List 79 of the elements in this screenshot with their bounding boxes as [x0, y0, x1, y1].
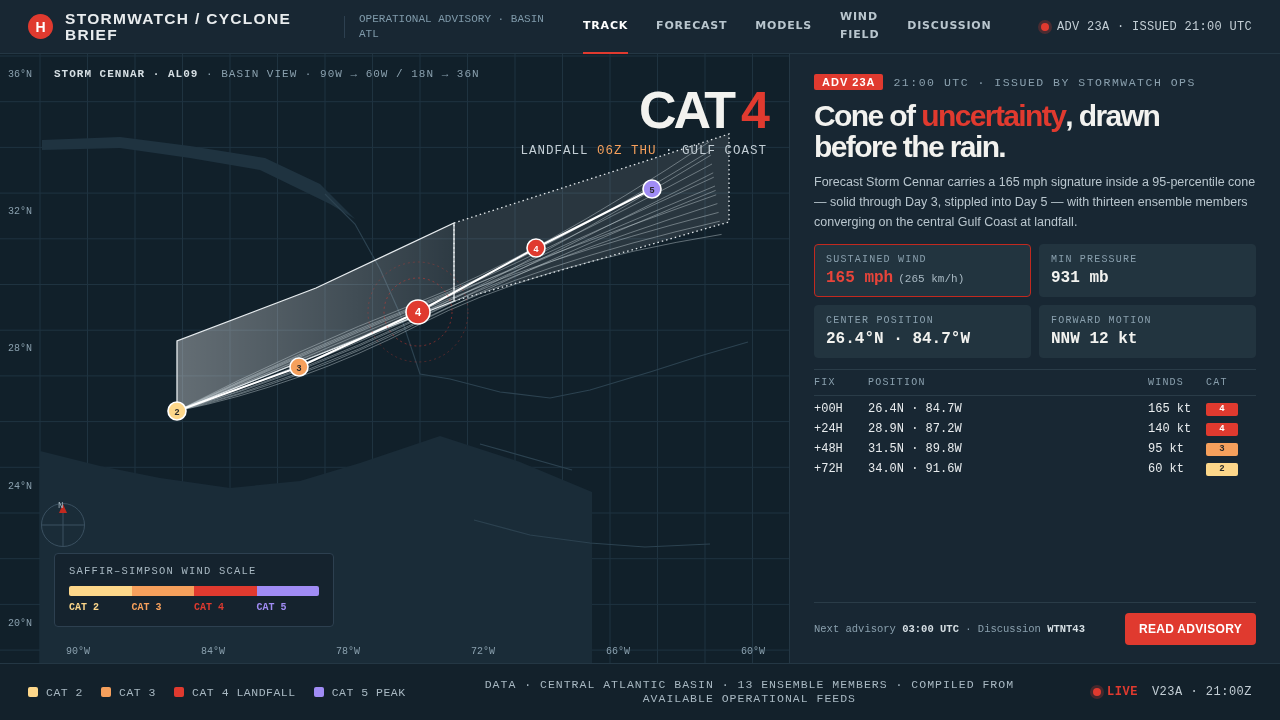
table-cell-text: 26.4N · 84.7W	[868, 402, 963, 416]
category-badge: 4	[1206, 402, 1238, 416]
legend-label: CAT 2	[46, 685, 83, 699]
stat-label: CENTER POSITION	[826, 315, 935, 326]
map-caption: STORM CENNAR · AL09 · BASIN VIEW · 90W → 60W / 18N → 36N	[54, 68, 480, 80]
table-cell-text: 140 kt	[1148, 422, 1193, 436]
advisory-badge: ADV 23A	[814, 74, 884, 90]
version-label: V23A · 21:00Z	[1151, 685, 1252, 699]
category-label: CAT	[639, 82, 734, 138]
column-header: POSITION	[868, 377, 927, 388]
live-label: LIVE	[1107, 685, 1138, 699]
column-header: CAT	[1206, 377, 1229, 388]
latitude-label: 24°N	[8, 481, 32, 492]
longitude-label: 66°W	[606, 646, 630, 657]
longitude-label: 78°W	[336, 646, 360, 657]
latitude-label: 28°N	[8, 343, 32, 354]
scale-label: CAT 4	[194, 602, 225, 613]
table-cell-text: +48H	[814, 442, 844, 456]
advisory-status: ADV 23A · ISSUED 21:00 UTC	[1056, 19, 1252, 34]
legend-label: CAT 5 PEAK	[331, 685, 406, 699]
legend-label: CAT 3	[119, 685, 157, 699]
scale-label: CAT 5	[256, 602, 288, 613]
headline: Cone of uncertainty, drawn before the rain.	[814, 100, 1161, 162]
live-dot-icon	[1093, 688, 1102, 696]
stat-value: 931 mb	[1051, 269, 1109, 287]
compass-north-label: N	[58, 501, 64, 511]
header-subtitle: OPERATIONAL ADVISORY · BASIN ATL	[359, 11, 545, 42]
stat-value: NNW 12 kt	[1051, 330, 1138, 348]
brand-title: STORMWATCH / CYCLONE BRIEF	[65, 10, 293, 43]
category-badge: 4	[1206, 422, 1238, 436]
latitude-label: 36°N	[8, 69, 32, 80]
table-cell-text: 95 kt	[1148, 442, 1185, 456]
table-cell-text: 31.5N · 89.8W	[868, 442, 963, 456]
stat-label: SUSTAINED WIND	[826, 254, 928, 265]
longitude-label: 84°W	[201, 646, 225, 657]
landfall-caption: LANDFALL 06Z THU · GULF COAST	[520, 144, 767, 158]
compass-icon	[40, 502, 86, 548]
storm-marker[interactable]: 5	[642, 179, 662, 199]
stat-label: MIN PRESSURE	[1051, 254, 1139, 265]
storm-marker[interactable]: 2	[167, 401, 187, 421]
latitude-label: 32°N	[8, 206, 32, 217]
stat-value: 26.4°N · 84.7°W	[826, 330, 971, 348]
storm-marker[interactable]: 3	[289, 357, 309, 377]
stat-value: 165 mph	[826, 269, 894, 287]
storm-marker[interactable]: 4	[526, 238, 546, 258]
column-header: FIX	[814, 377, 837, 388]
category-badge: 2	[1206, 462, 1238, 476]
table-cell-text: 34.0N · 91.6W	[868, 462, 963, 476]
longitude-label: 90°W	[66, 646, 90, 657]
table-cell-text: +24H	[814, 422, 844, 436]
nav-tab[interactable]: FORECAST	[656, 0, 728, 54]
legend-label: CAT 4 LANDFALL	[192, 685, 296, 699]
nav-tab[interactable]: DISCUSSION	[907, 0, 992, 54]
table-cell-text: 60 kt	[1148, 462, 1185, 476]
category-number: 4	[741, 82, 767, 138]
table-cell-text: +00H	[814, 402, 844, 416]
longitude-label: 72°W	[471, 646, 495, 657]
table-cell-text: 28.9N · 87.2W	[868, 422, 963, 436]
data-note: DATA · CENTRAL ATLANTIC BASIN · 13 ENSEMBLE MEMBERS · COMPILED FROM AVAILABLE OPERATIONAL FEEDS	[483, 678, 1016, 706]
column-header: WINDS	[1148, 377, 1185, 388]
longitude-label: 60°W	[741, 646, 765, 657]
read-advisory-button[interactable]: READ ADVISORY	[1124, 613, 1256, 645]
table-cell-text: +72H	[814, 462, 844, 476]
summary-text: Forecast Storm Cennar carries a 165 mph signature inside a 95-percentile cone — solid through Day 3, stippled into Day 5 — with thirteen ensemble members converging on the central Gulf Coast at landfall.	[814, 174, 1256, 231]
scale-title: SAFFIR–SIMPSON WIND SCALE	[69, 565, 258, 577]
status-dot-icon	[1040, 22, 1049, 31]
scale-label: CAT 2	[69, 602, 100, 613]
logo-badge: H	[28, 14, 53, 39]
latitude-label: 20°N	[8, 618, 32, 629]
scale-label: CAT 3	[131, 602, 163, 613]
issue-meta: 21:00 UTC · ISSUED BY STORMWATCH OPS	[893, 75, 1196, 89]
nav-tab[interactable]: MODELS	[755, 0, 813, 54]
stat-label: FORWARD MOTION	[1051, 315, 1153, 326]
storm-marker[interactable]: 4	[367, 261, 469, 363]
table-cell-text: 165 kt	[1148, 402, 1193, 416]
nav-tab[interactable]: WIND FIELD	[840, 0, 880, 54]
category-badge: 3	[1206, 442, 1238, 456]
stat-unit: (265 km/h)	[898, 273, 965, 285]
next-advisory-text: Next advisory 03:00 UTC · Discussion WTNT43	[814, 623, 1085, 635]
